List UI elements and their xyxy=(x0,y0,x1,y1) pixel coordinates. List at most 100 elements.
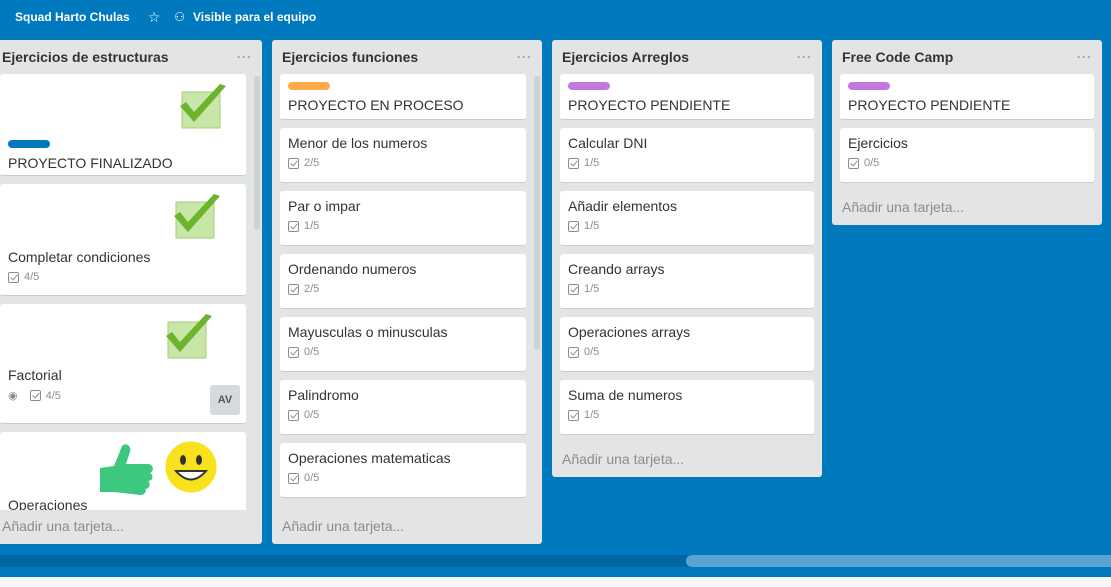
card[interactable]: PROYECTO PENDIENTE xyxy=(840,74,1094,120)
list-title[interactable]: Free Code Camp xyxy=(842,49,953,65)
list-ejercicios-estructuras: Ejercicios de estructuras ··· PROYECTO F… xyxy=(0,40,262,544)
card-title: Suma de numeros xyxy=(568,387,683,403)
card-title: Añadir elementos xyxy=(568,198,677,214)
checklist-count: 0/5 xyxy=(864,157,880,169)
footer-strip xyxy=(0,577,1111,587)
card[interactable]: Palindromo 0/5 xyxy=(280,380,526,435)
board-header: Squad Harto Chulas ☆ ⚇ Visible para el e… xyxy=(0,0,1111,34)
card[interactable]: Operaciones arrays 0/5 xyxy=(560,317,814,372)
add-card-link[interactable]: Añadir una tarjeta... xyxy=(272,510,542,542)
checklist-count: 0/5 xyxy=(304,472,320,484)
card[interactable]: Menor de los numeros 2/5 xyxy=(280,128,526,183)
checklist-icon xyxy=(288,409,299,421)
list-menu-icon[interactable]: ··· xyxy=(797,50,812,64)
checklist-count: 1/5 xyxy=(584,157,600,169)
card-badges: 0/5 xyxy=(568,346,806,358)
list-menu-icon[interactable]: ··· xyxy=(237,50,252,64)
card[interactable]: PROYECTO PENDIENTE xyxy=(560,74,814,120)
add-card-link[interactable]: Añadir una tarjeta... xyxy=(0,510,262,542)
checklist-count: 1/5 xyxy=(584,283,600,295)
checklist-icon xyxy=(288,346,299,358)
checklist-icon xyxy=(29,390,41,401)
list-header[interactable]: Free Code Camp ··· xyxy=(832,40,1102,74)
card-badges: 1/5 xyxy=(288,220,518,232)
card[interactable]: Suma de numeros 1/5 xyxy=(560,380,814,435)
checklist-count: 1/5 xyxy=(584,409,600,421)
card-badges: 1/5 xyxy=(568,283,806,295)
card-badges: 2/5 xyxy=(288,157,518,169)
card[interactable]: Creando arrays 1/5 xyxy=(560,254,814,309)
card[interactable]: Añadir elementos 1/5 xyxy=(560,191,814,246)
checklist-icon xyxy=(568,283,579,295)
checklist-icon xyxy=(288,472,299,484)
list-cards: PROYECTO PENDIENTE Calcular DNI 1/5 Añad… xyxy=(552,74,822,443)
card-badges: 2/5 xyxy=(288,283,518,295)
list-header[interactable]: Ejercicios de estructuras ··· xyxy=(0,40,262,74)
card-title: PROYECTO PENDIENTE xyxy=(848,97,1011,113)
card-badges: 1/5 xyxy=(568,157,806,169)
card-title: Palindromo xyxy=(288,387,359,403)
checklist-count: 0/5 xyxy=(304,346,320,358)
card[interactable]: Mayusculas o minusculas 0/5 xyxy=(280,317,526,372)
card-title: Ejercicios xyxy=(848,135,908,151)
checklist-icon xyxy=(288,283,299,295)
card[interactable]: Ordenando numeros 2/5 xyxy=(280,254,526,309)
card[interactable]: Par o impar 1/5 xyxy=(280,191,526,246)
list-menu-icon[interactable]: ··· xyxy=(517,50,532,64)
list-cards: PROYECTO PENDIENTE Ejercicios 0/5 xyxy=(832,74,1102,191)
card[interactable]: PROYECTO FINALIZADO xyxy=(0,74,246,176)
list-menu-icon[interactable]: ··· xyxy=(1077,50,1092,64)
add-card-link[interactable]: Añadir una tarjeta... xyxy=(552,443,822,475)
visibility-label[interactable]: Visible para el equipo xyxy=(193,10,316,24)
label-purple xyxy=(848,82,890,90)
checklist-count: 1/5 xyxy=(304,220,320,232)
card-title: PROYECTO EN PROCESO xyxy=(288,97,464,113)
member-avatar[interactable]: AV xyxy=(210,385,240,415)
card-badges: ◉ 4/5 xyxy=(8,389,62,403)
checklist-icon xyxy=(568,409,579,421)
checklist-count: 2/5 xyxy=(304,283,320,295)
card[interactable]: Ejercicios 0/5 xyxy=(840,128,1094,183)
list-title[interactable]: Ejercicios de estructuras xyxy=(2,49,169,65)
label-blue xyxy=(8,140,50,148)
star-icon[interactable]: ☆ xyxy=(148,9,161,26)
card-title: Calcular DNI xyxy=(568,135,648,151)
card[interactable]: Calcular DNI 1/5 xyxy=(560,128,814,183)
card[interactable]: PROYECTO EN PROCESO xyxy=(280,74,526,120)
card-badges: 0/5 xyxy=(288,409,518,421)
board-scrollbar-thumb[interactable] xyxy=(686,555,1111,567)
card-title: Menor de los numeros xyxy=(288,135,428,151)
card-title: Par o impar xyxy=(288,198,361,214)
checklist-count: 4/5 xyxy=(24,271,40,283)
card[interactable]: Completar condiciones 4/5 xyxy=(0,184,246,296)
card-badges: 0/5 xyxy=(288,472,518,484)
card-badges: 0/5 xyxy=(288,346,518,358)
list-title[interactable]: Ejercicios funciones xyxy=(282,49,418,65)
checkmark-sticker-icon xyxy=(174,194,220,239)
list-ejercicios-arreglos: Ejercicios Arreglos ··· PROYECTO PENDIEN… xyxy=(552,40,822,477)
card-title: PROYECTO PENDIENTE xyxy=(568,97,731,113)
label-orange xyxy=(288,82,330,90)
list-cards: PROYECTO FINALIZADO Completar condicione… xyxy=(0,74,262,510)
checklist-count: 0/5 xyxy=(584,346,600,358)
list-title[interactable]: Ejercicios Arreglos xyxy=(562,49,689,65)
add-card-link[interactable]: Añadir una tarjeta... xyxy=(832,191,1102,223)
smiley-sticker-icon xyxy=(162,438,220,496)
list-header[interactable]: Ejercicios Arreglos ··· xyxy=(552,40,822,74)
card[interactable]: Factorial ◉ 4/5 AV xyxy=(0,304,246,424)
board-name[interactable]: Squad Harto Chulas xyxy=(15,10,130,24)
list-cards: PROYECTO EN PROCESO Menor de los numeros… xyxy=(272,74,542,510)
list-header[interactable]: Ejercicios funciones ··· xyxy=(272,40,542,74)
checklist-count: 0/5 xyxy=(304,409,320,421)
card-badges: 1/5 xyxy=(568,220,806,232)
card[interactable]: Operaciones matematicas 0/5 xyxy=(280,443,526,498)
checklist-icon xyxy=(568,346,579,358)
checklist-icon xyxy=(288,157,299,169)
list-free-code-camp: Free Code Camp ··· PROYECTO PENDIENTE Ej… xyxy=(832,40,1102,225)
card-title: Completar condiciones xyxy=(8,249,151,265)
thumbs-up-sticker-icon xyxy=(100,444,153,495)
checklist-count: 4/5 xyxy=(45,389,61,402)
card-title: Operaciones arrays xyxy=(568,324,691,340)
card[interactable]: Operaciones xyxy=(0,432,246,510)
team-visibility-icon[interactable]: ⚇ xyxy=(174,10,185,24)
